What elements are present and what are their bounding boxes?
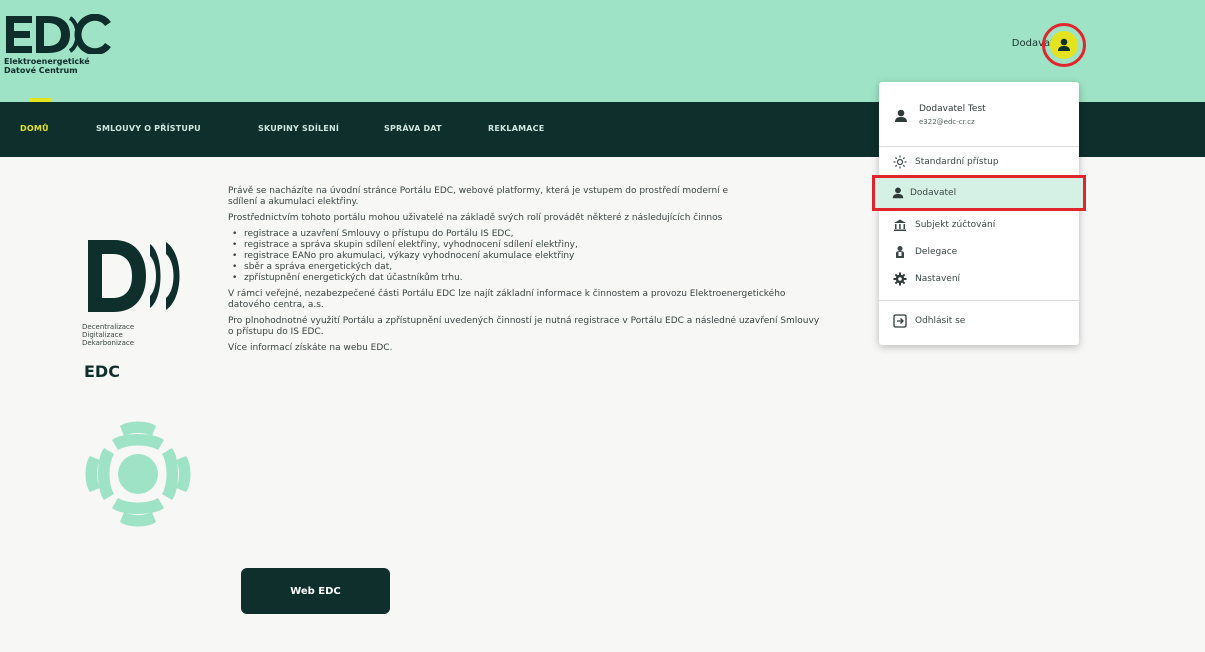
bank-icon [879, 218, 915, 232]
list-item: registrace a správa skupin sdílení elekt… [232, 240, 988, 251]
intro-paragraph-3b: datového centra, a.s. [228, 300, 324, 310]
menu-user-name: Dodavatel Test [919, 104, 986, 114]
menu-item-logout[interactable]: Odhlásit se [879, 308, 1079, 334]
nav-data-management[interactable]: SPRÁVA DAT [384, 124, 442, 133]
avatar [1050, 31, 1078, 59]
nav-sharing-groups[interactable]: SKUPINY SDÍLENÍ [258, 124, 339, 133]
list-item: registrace EANo pro akumulaci, výkazy vy… [232, 251, 988, 262]
activities-list: registrace a uzavření Smlouvy o přístupu… [232, 229, 988, 284]
logo-line-1: Elektroenergetické [4, 57, 90, 66]
menu-item-dodavatel[interactable]: Dodavatel [872, 175, 1086, 211]
web-edc-button[interactable]: Web EDC [241, 568, 390, 614]
intro-paragraph-2: Prostřednictvím tohoto portálu mohou uži… [228, 213, 723, 223]
menu-item-settlement-subject[interactable]: Subjekt zúčtování [879, 212, 1079, 238]
logout-icon [879, 314, 915, 328]
menu-user-email: e322@edc-cr.cz [919, 118, 975, 126]
tagline-2: Digitalizace [82, 331, 123, 339]
logo-line-2: Datové Centrum [4, 66, 78, 75]
gear-icon [879, 272, 915, 286]
list-item: zpřístupnění energetických dat účastníků… [232, 273, 988, 284]
intro-paragraph-1: Právě se nacházíte na úvodní stránce Por… [228, 186, 729, 196]
person-icon [895, 109, 907, 122]
menu-item-label: Standardní přístup [915, 157, 999, 167]
nav-home[interactable]: DOMŮ [20, 124, 49, 133]
decorative-flower-icon [85, 421, 191, 527]
person-icon [874, 186, 910, 200]
menu-item-standard-access[interactable]: Standardní přístup [879, 149, 1079, 175]
edc-logo[interactable]: Elektroenergetické Datové Centrum [4, 14, 154, 94]
menu-item-label: Nastavení [915, 274, 961, 284]
intro-text: Právě se nacházíte na úvodní stránce Por… [228, 186, 988, 359]
menu-item-settings[interactable]: Nastavení [879, 266, 1079, 292]
tagline-3: Dekarbonizace [82, 339, 135, 347]
menu-item-label: Delegace [915, 247, 958, 257]
intro-paragraph-1b: sdílení a akumulaci elektřiny. [228, 197, 359, 207]
menu-item-delegation[interactable]: Delegace [879, 239, 1079, 265]
menu-item-label: Dodavatel [910, 188, 957, 198]
menu-item-label: Subjekt zúčtování [915, 220, 996, 230]
intro-paragraph-4b: o přístupu do IS EDC. [228, 327, 324, 337]
menu-divider [879, 300, 1079, 301]
tagline-1: Decentralizace [82, 323, 135, 331]
ddd-logo-icon [88, 240, 180, 312]
intro-paragraph-5: Více informací získáte na webu EDC. [228, 343, 393, 353]
nav-access-contracts[interactable]: SMLOUVY O PŘÍSTUPU [96, 124, 201, 133]
sun-icon [879, 155, 915, 169]
intro-paragraph-3: V rámci veřejné, nezabezpečené části Por… [228, 289, 786, 299]
list-item: sběr a správa energetických dat, [232, 262, 988, 273]
person-icon [1058, 38, 1070, 51]
menu-user-header: Dodavatel Test e322@edc-cr.cz [879, 82, 1079, 142]
edc-logo-mark [6, 14, 111, 54]
user-dropdown-menu: Dodavatel Test e322@edc-cr.cz Standardní… [872, 82, 1086, 345]
nav-complaints[interactable]: REKLAMACE [488, 124, 544, 133]
user-menu-button[interactable] [1042, 23, 1086, 67]
intro-paragraph-4: Pro plnohodnotné využití Portálu a zpřís… [228, 316, 820, 326]
menu-divider [879, 146, 1079, 147]
edc-wordmark: EDC [84, 362, 120, 381]
menu-item-label: Odhlásit se [915, 316, 966, 326]
delegate-icon [879, 245, 915, 259]
list-item: registrace a uzavření Smlouvy o přístupu… [232, 229, 988, 240]
